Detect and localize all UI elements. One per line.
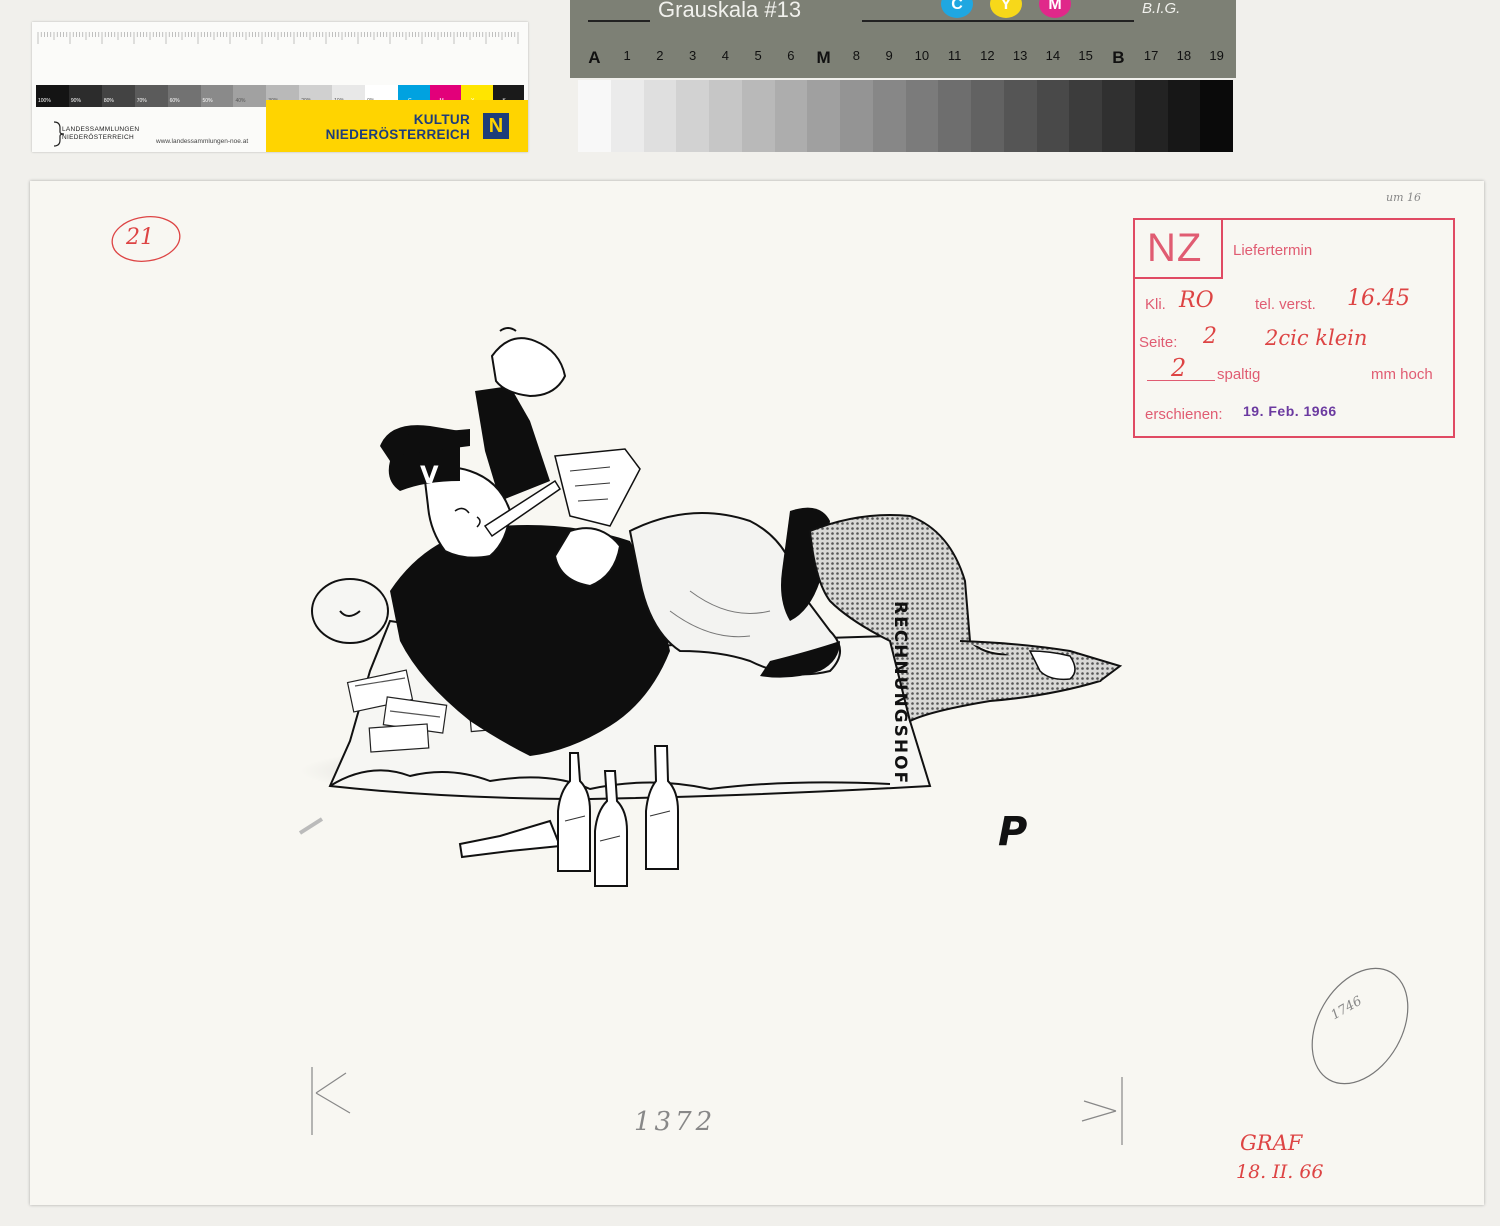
grey-scale-steps: [578, 80, 1233, 152]
grey-step-label: 9: [885, 48, 893, 63]
grey-step: [1036, 80, 1070, 152]
grey-step: [807, 80, 840, 152]
grey-step: [1134, 80, 1168, 152]
cap-letter: V: [420, 461, 439, 489]
grey-step-label: 10: [914, 48, 930, 63]
grey-step: [1167, 80, 1201, 152]
grey-step-label: 5: [754, 48, 762, 63]
grey-step-label: 2: [656, 48, 664, 63]
grey-step: [971, 80, 1004, 152]
gray-patch-label: 80%: [103, 98, 114, 104]
bottom-number-note: 1372: [634, 1107, 717, 1137]
header-rule-left: [588, 20, 650, 22]
landessammlungen-url: www.landessammlungen-noe.at: [156, 138, 249, 145]
kultur-niederoesterreich-logo: KULTUR NIEDERÖSTERREICH N: [266, 100, 528, 152]
grey-step-label: 3: [689, 48, 697, 63]
grey-step-label: 17: [1143, 48, 1159, 63]
crop-marks: [298, 817, 1123, 1145]
grey-step: [774, 80, 808, 152]
oval-mark: [1311, 967, 1409, 1085]
artist-signature: P: [998, 809, 1028, 855]
grey-step: [1069, 80, 1102, 152]
landessammlungen-text: LANDESSAMMLUNGEN NIEDERÖSTERREICH: [62, 126, 140, 141]
grey-step-label: 4: [721, 48, 729, 63]
grey-step: [610, 80, 644, 152]
ruler: [32, 24, 528, 60]
rechnungshof-label: RECHNUNGSHOF: [890, 601, 910, 786]
gray-patch-label: 50%: [202, 98, 213, 104]
cartoon-illustration: [298, 327, 1409, 1145]
gray-patch-label: 70%: [136, 98, 147, 104]
grey-step: [709, 80, 742, 152]
grey-step: [741, 80, 775, 152]
gray-patch-label: 90%: [70, 98, 81, 104]
grey-step: [578, 80, 611, 152]
kultur-text: KULTUR NIEDERÖSTERREICH: [325, 112, 470, 142]
grey-step-label: 14: [1045, 48, 1061, 63]
color-reference-card: 100%90%80%70%60%50%40%30%20%10%0% CMYK L…: [32, 22, 528, 152]
n-logo-icon: N: [483, 113, 509, 139]
grey-step-label: 6: [787, 48, 795, 63]
cyan-dot-icon: C: [941, 0, 973, 18]
grey-step: [840, 80, 873, 152]
author-date: 18. II. 66: [1236, 1161, 1324, 1183]
grey-step-label: 19: [1209, 48, 1224, 63]
grey-step: [905, 80, 939, 152]
grey-scale-labels: A 1 2 3 4 5 6 M 8 9 10 11 12 13 14 15 B 17 18 19: [578, 48, 1233, 72]
gray-patch-label: 40%: [235, 98, 246, 104]
grey-scale-card: Grauskala #13 C Y M B.I.G. A 1 2 3 4 5 6 M 8 9 10 1…: [570, 0, 1236, 152]
gray-patch: 60%: [167, 85, 201, 107]
grey-step: [1102, 80, 1135, 152]
magenta-dot-icon: M: [1039, 0, 1071, 18]
gray-patch: 90%: [68, 85, 102, 107]
grey-scale-title: Grauskala #13: [658, 0, 802, 22]
grey-step-label: 12: [980, 48, 995, 63]
gray-patch: 70%: [134, 85, 168, 107]
grey-step-label: 11: [947, 48, 962, 63]
gray-patch: 50%: [200, 85, 234, 107]
gray-patch-label: 60%: [169, 98, 180, 104]
gray-patch-label: 100%: [38, 98, 51, 104]
grey-step-label: 18: [1176, 48, 1192, 63]
grey-step: [938, 80, 971, 152]
grey-step: [872, 80, 906, 152]
grey-step-label: 15: [1078, 48, 1093, 63]
header-rule-right: [862, 20, 1134, 22]
brand-label: B.I.G.: [1142, 0, 1181, 17]
gray-patch: 100%: [36, 85, 69, 107]
grey-step-label: 8: [852, 48, 860, 63]
grey-step-label: B: [1112, 48, 1125, 67]
grey-step: [643, 80, 677, 152]
grey-step: [676, 80, 709, 152]
grey-step: [1200, 80, 1233, 152]
grey-step-label: 13: [1012, 48, 1028, 63]
grey-step: [1003, 80, 1037, 152]
grey-step-label: 1: [623, 48, 631, 63]
artwork-sheet: 21 um 16 NZ Liefertermin Kli. RO tel. ve…: [30, 181, 1484, 1205]
grey-step-label: A: [588, 48, 601, 67]
grey-step-label: M: [816, 48, 831, 67]
grey-scale-header: Grauskala #13 C Y M B.I.G. A 1 2 3 4 5 6 M 8 9 10 1…: [570, 0, 1236, 78]
yellow-dot-icon: Y: [990, 0, 1022, 18]
gray-patch: 40%: [233, 85, 267, 107]
author-note: GRAF: [1240, 1131, 1303, 1155]
gray-patch: 80%: [101, 85, 135, 107]
